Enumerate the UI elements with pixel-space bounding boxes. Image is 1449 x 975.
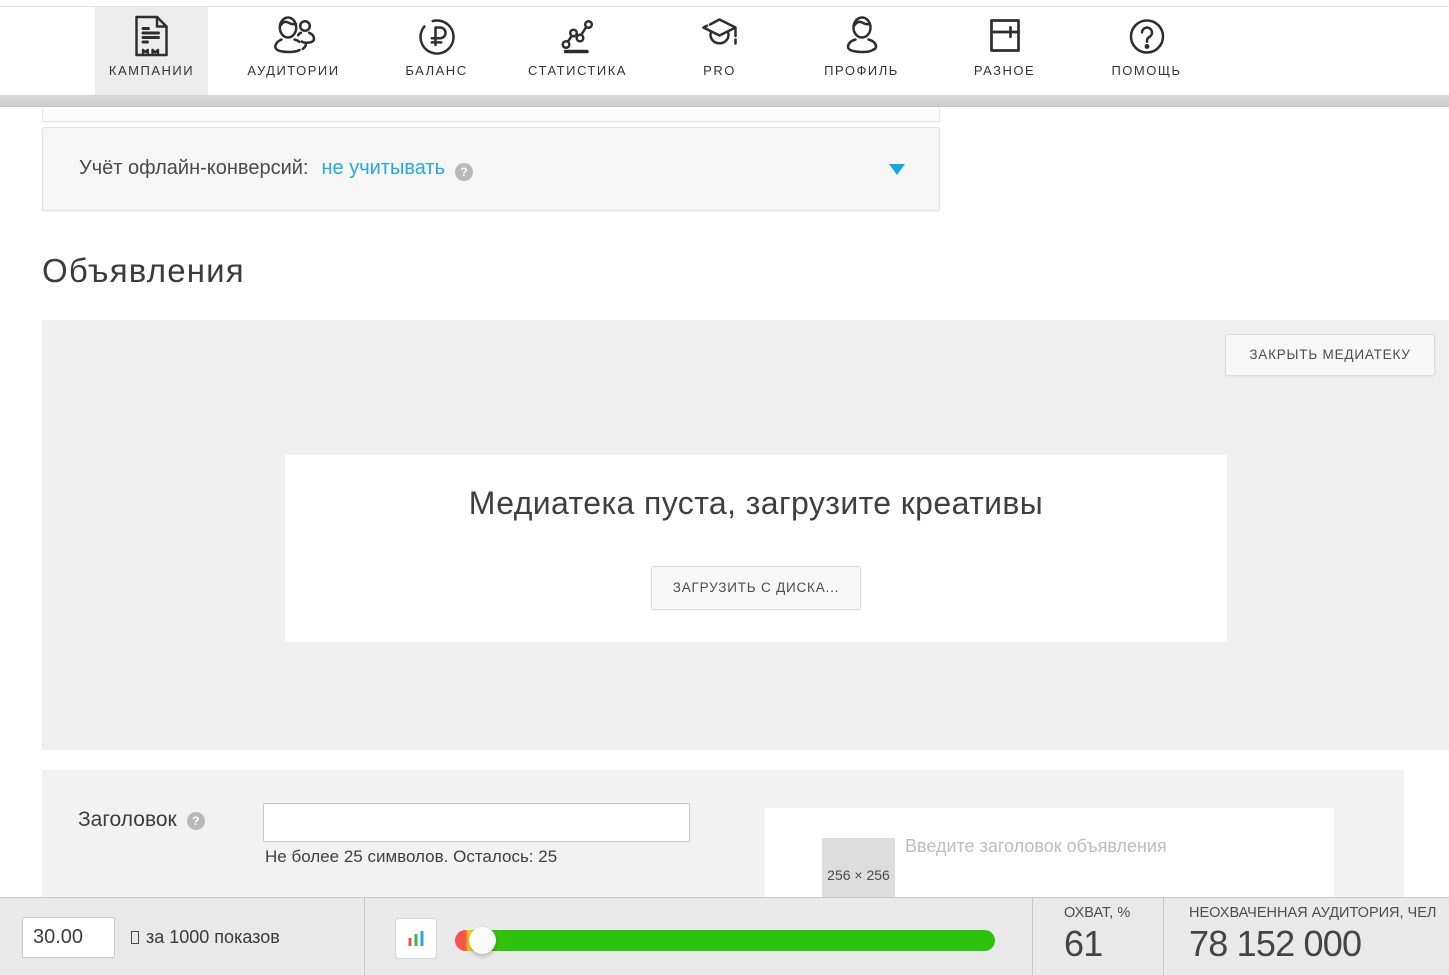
reach-value: 61 — [1064, 923, 1130, 965]
headline-input[interactable] — [263, 803, 690, 842]
nav-item-label: ПРОФИЛЬ — [805, 63, 918, 78]
ads-section-title: Объявления — [42, 252, 245, 290]
chevron-down-icon[interactable] — [889, 164, 905, 175]
nav-bottom-divider — [0, 95, 1449, 107]
nav-item-label: АУДИТОРИИ — [237, 63, 350, 78]
help-circle-icon[interactable]: ? — [187, 812, 205, 830]
price-unit-label: за 1000 показов — [146, 927, 280, 947]
unreached-audience-label: НЕОХВАЧЕННАЯ АУДИТОРИЯ, ЧЕЛ — [1189, 905, 1436, 921]
ruble-sign-tofu-icon — [131, 931, 139, 944]
reach-stat: ОХВАТ, % 61 — [1064, 898, 1130, 975]
price-bar: за 1000 показов ОХВАТ, % 61 НЕОХВАЧЕННАЯ… — [0, 897, 1449, 975]
nav-item-label: КАМПАНИИ — [95, 63, 208, 78]
previous-card-edge — [42, 107, 940, 122]
price-slider-handle[interactable] — [469, 927, 496, 954]
nav-item-misc[interactable]: РАЗНОЕ — [948, 7, 1061, 95]
statistics-icon — [555, 13, 601, 59]
nav-item-pro[interactable]: PRO — [663, 7, 776, 95]
profile-icon — [839, 13, 885, 59]
media-library-panel: ЗАКРЫТЬ МЕДИАТЕКУ Медиатека пуста, загру… — [42, 320, 1449, 750]
nav-item-audiences[interactable]: АУДИТОРИИ — [237, 7, 350, 95]
pro-icon — [697, 13, 743, 59]
unreached-audience-value: 78 152 000 — [1189, 923, 1436, 965]
nav-item-label: БАЛАНС — [380, 63, 493, 78]
headline-field-label: Заголовок — [78, 808, 177, 831]
price-slider-track[interactable] — [455, 930, 995, 951]
nav-item-help[interactable]: ПОМОЩЬ — [1090, 7, 1203, 95]
upload-from-disk-button[interactable]: ЗАГРУЗИТЬ С ДИСКА... — [651, 566, 861, 610]
nav-item-campaigns[interactable]: КАМПАНИИ — [95, 7, 208, 95]
ad-headline-placeholder: Введите заголовок объявления — [905, 836, 1167, 857]
audiences-icon — [271, 13, 317, 59]
price-input[interactable] — [22, 917, 115, 958]
nav-item-label: ПОМОЩЬ — [1090, 63, 1203, 78]
misc-icon — [982, 13, 1028, 59]
divider — [1163, 898, 1164, 975]
help-circle-icon[interactable]: ? — [455, 163, 473, 181]
nav-item-label: РАЗНОЕ — [948, 63, 1061, 78]
reach-label: ОХВАТ, % — [1064, 905, 1130, 921]
offline-conversions-panel[interactable]: Учёт офлайн-конверсий: не учитывать? — [42, 127, 940, 211]
unreached-audience-stat: НЕОХВАЧЕННАЯ АУДИТОРИЯ, ЧЕЛ 78 152 000 — [1189, 898, 1436, 975]
media-library-empty-message: Медиатека пуста, загрузите креативы — [285, 485, 1227, 522]
close-media-library-button[interactable]: ЗАКРЫТЬ МЕДИАТЕКУ — [1225, 334, 1435, 376]
top-navigation: КАМПАНИИ АУДИТОРИИ БАЛАНС — [0, 0, 1449, 95]
help-icon — [1124, 13, 1170, 59]
bar-chart-icon — [405, 928, 427, 950]
offline-conversions-label: Учёт офлайн-конверсий: — [79, 157, 308, 179]
headline-char-counter: Не более 25 символов. Осталось: 25 — [265, 847, 557, 867]
media-library-empty-box: Медиатека пуста, загрузите креативы ЗАГР… — [285, 455, 1227, 642]
campaigns-icon — [129, 13, 175, 59]
nav-item-label: PRO — [663, 63, 776, 78]
price-chart-button[interactable] — [395, 918, 437, 959]
nav-item-profile[interactable]: ПРОФИЛЬ — [805, 7, 918, 95]
page: КАМПАНИИ АУДИТОРИИ БАЛАНС — [0, 0, 1449, 975]
divider — [1032, 898, 1033, 975]
nav-item-label: СТАТИСТИКА — [521, 63, 634, 78]
balance-icon — [414, 13, 460, 59]
offline-conversions-value-link[interactable]: не учитывать — [321, 157, 445, 179]
nav-item-statistics[interactable]: СТАТИСТИКА — [521, 7, 634, 95]
divider — [364, 898, 365, 975]
nav-item-balance[interactable]: БАЛАНС — [380, 7, 493, 95]
